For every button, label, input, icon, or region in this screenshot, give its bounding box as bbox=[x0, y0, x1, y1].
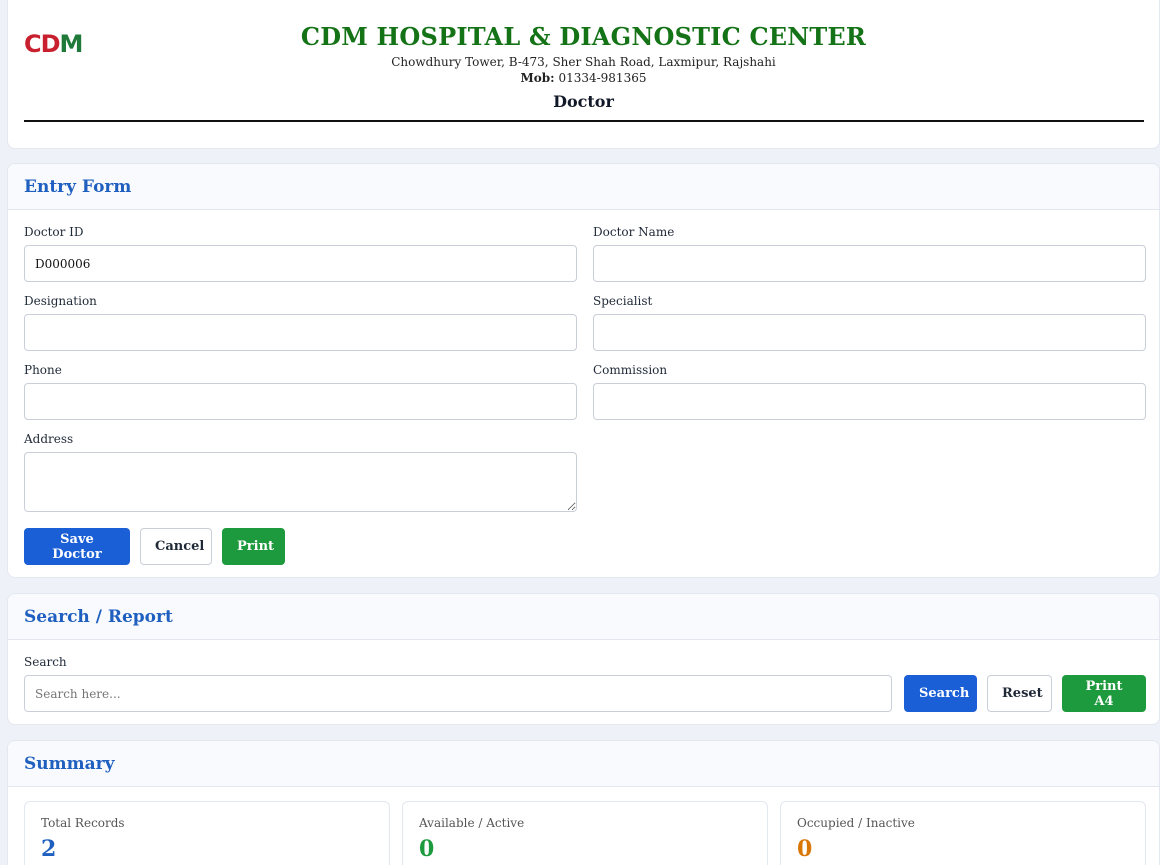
stat-label: Available / Active bbox=[419, 816, 525, 830]
doctor-id-group: Doctor ID bbox=[24, 225, 577, 282]
stat-label: Occupied / Inactive bbox=[797, 816, 915, 830]
designation-input[interactable] bbox=[24, 314, 577, 351]
stat-total-records: Total Records 2 bbox=[24, 801, 390, 865]
header-card: CDM CDM HOSPITAL & DIAGNOSTIC CENTER Cho… bbox=[7, 0, 1160, 149]
commission-label: Commission bbox=[593, 363, 668, 377]
search-input[interactable] bbox=[24, 675, 892, 712]
commission-input[interactable] bbox=[593, 383, 1146, 420]
page-heading: Doctor bbox=[553, 92, 614, 111]
summary-title: Summary bbox=[24, 753, 115, 774]
specialist-group: Specialist bbox=[593, 294, 1146, 351]
reset-button[interactable]: Reset bbox=[987, 675, 1052, 712]
hospital-mobile: Mob: 01334-981365 bbox=[8, 71, 1159, 85]
print-button[interactable]: Print bbox=[222, 528, 285, 565]
stat-value: 0 bbox=[797, 836, 813, 862]
stat-available-active: Available / Active 0 bbox=[402, 801, 768, 865]
doctor-name-label: Doctor Name bbox=[593, 225, 675, 239]
summary-card: Summary Total Records 2 Available / Acti… bbox=[7, 740, 1160, 865]
doctor-name-input[interactable] bbox=[593, 245, 1146, 282]
entry-form-card: Entry Form Doctor ID Doctor Name Designa… bbox=[7, 163, 1160, 578]
summary-header: Summary bbox=[8, 741, 1159, 787]
mobile-label: Mob: bbox=[520, 71, 555, 85]
hospital-address: Chowdhury Tower, B-473, Sher Shah Road, … bbox=[391, 55, 776, 69]
search-group: Search bbox=[24, 655, 892, 712]
header-divider bbox=[24, 120, 1144, 122]
address-group: Address bbox=[24, 432, 577, 516]
address-label: Address bbox=[24, 432, 74, 446]
phone-group: Phone bbox=[24, 363, 577, 420]
search-report-header: Search / Report bbox=[8, 594, 1159, 640]
save-doctor-button[interactable]: Save Doctor bbox=[24, 528, 130, 565]
search-button[interactable]: Search bbox=[904, 675, 977, 712]
cancel-button[interactable]: Cancel bbox=[140, 528, 212, 565]
designation-group: Designation bbox=[24, 294, 577, 351]
address-textarea[interactable] bbox=[24, 452, 577, 512]
search-report-card: Search / Report Search Search Reset Prin… bbox=[7, 593, 1160, 725]
doctor-id-input[interactable] bbox=[24, 245, 577, 282]
search-label: Search bbox=[24, 655, 67, 669]
hospital-title: CDM HOSPITAL & DIAGNOSTIC CENTER bbox=[300, 22, 867, 51]
entry-form-header: Entry Form bbox=[8, 164, 1159, 210]
entry-form-title: Entry Form bbox=[24, 176, 132, 197]
phone-input[interactable] bbox=[24, 383, 577, 420]
specialist-label: Specialist bbox=[593, 294, 653, 308]
doctor-id-label: Doctor ID bbox=[24, 225, 84, 239]
specialist-input[interactable] bbox=[593, 314, 1146, 351]
stat-occupied-inactive: Occupied / Inactive 0 bbox=[780, 801, 1146, 865]
stat-value: 0 bbox=[419, 836, 435, 862]
designation-label: Designation bbox=[24, 294, 97, 308]
search-report-title: Search / Report bbox=[24, 606, 173, 627]
mobile-value: 01334-981365 bbox=[558, 71, 647, 85]
print-a4-button[interactable]: Print A4 bbox=[1062, 675, 1146, 712]
stat-label: Total Records bbox=[41, 816, 125, 830]
commission-group: Commission bbox=[593, 363, 1146, 420]
doctor-name-group: Doctor Name bbox=[593, 225, 1146, 282]
stat-value: 2 bbox=[41, 836, 57, 862]
phone-label: Phone bbox=[24, 363, 62, 377]
